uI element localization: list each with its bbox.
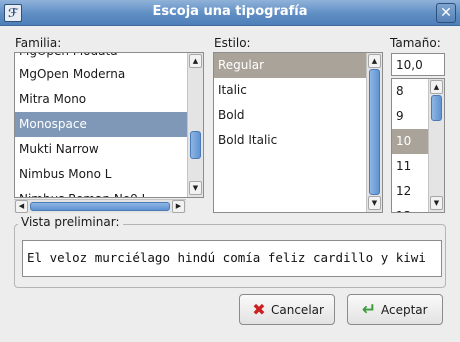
scroll-down-icon[interactable]: ▼ (189, 181, 202, 195)
cancel-label: Cancelar (271, 303, 324, 317)
family-hscroll-thumb[interactable] (30, 202, 170, 211)
ok-icon: ↵ (361, 300, 377, 320)
style-item[interactable]: Italic (214, 78, 366, 103)
size-item[interactable]: 9 (392, 104, 428, 129)
style-item[interactable]: Bold Italic (214, 128, 366, 153)
scroll-up-icon[interactable]: ▲ (368, 54, 381, 68)
family-item[interactable]: MgOpen Moderna (15, 62, 189, 87)
preview-text: El veloz murciélago hindú comía feliz ca… (27, 250, 426, 265)
scroll-up-icon[interactable]: ▲ (430, 80, 443, 94)
size-item[interactable]: 12 (392, 179, 428, 204)
window-title: Escoja una tipografía (152, 4, 308, 19)
size-item[interactable]: 11 (392, 154, 428, 179)
style-item[interactable]: Bold (214, 103, 366, 128)
size-list[interactable]: 8 9 10 11 12 13 ▲ ▼ (391, 78, 445, 213)
size-input[interactable] (391, 53, 445, 76)
style-vscrollbar[interactable]: ▲ ▼ (366, 53, 382, 212)
size-scroll-thumb[interactable] (431, 95, 442, 121)
size-label: Tamaño: (390, 36, 441, 50)
scroll-right-icon[interactable]: ▶ (172, 200, 185, 213)
title-bar: ℱ Escoja una tipografía ✕ (0, 0, 460, 26)
size-vscrollbar[interactable]: ▲ ▼ (428, 79, 444, 212)
ok-button[interactable]: ↵ Aceptar (347, 294, 443, 325)
scroll-up-icon[interactable]: ▲ (189, 54, 202, 68)
style-scroll-thumb[interactable] (369, 69, 380, 195)
family-item-selected[interactable]: Monospace (15, 112, 187, 137)
style-list[interactable]: Regular Italic Bold Bold Italic ▲ ▼ (213, 52, 383, 213)
style-label: Estilo: (214, 36, 251, 50)
size-item-selected[interactable]: 10 (392, 129, 428, 154)
scroll-down-icon[interactable]: ▼ (430, 196, 443, 210)
close-button[interactable]: ✕ (436, 3, 456, 23)
size-item[interactable]: 13 (392, 204, 428, 212)
family-scroll-thumb[interactable] (190, 131, 201, 159)
scroll-down-icon[interactable]: ▼ (368, 196, 381, 210)
preview-label: Vista preliminar: (18, 215, 123, 229)
preview-entry[interactable]: El veloz murciélago hindú comía feliz ca… (22, 240, 442, 277)
family-item[interactable]: Nimbus Mono L (15, 162, 189, 187)
family-hscrollbar[interactable]: ◀ ▶ (14, 199, 186, 213)
cancel-icon: ✖ (252, 300, 266, 319)
cancel-button[interactable]: ✖ Cancelar (239, 294, 335, 325)
style-item-selected[interactable]: Regular (214, 53, 366, 78)
family-label: Familia: (15, 36, 62, 50)
family-item[interactable]: Nimbus Roman No9 L (15, 187, 189, 197)
family-vscrollbar[interactable]: ▲ ▼ (187, 53, 203, 197)
ok-label: Aceptar (381, 303, 428, 317)
family-item[interactable]: Mukti Narrow (15, 137, 189, 162)
family-list[interactable]: MgOpen Modata MgOpen Moderna Mitra Mono … (14, 52, 204, 198)
family-item[interactable]: Mitra Mono (15, 87, 189, 112)
scroll-left-icon[interactable]: ◀ (15, 200, 28, 213)
size-item[interactable]: 8 (392, 79, 428, 104)
